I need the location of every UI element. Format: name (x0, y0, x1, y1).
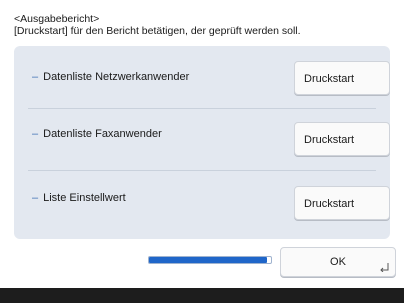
bullet-icon: – (32, 71, 39, 83)
list-item: – Liste Einstellwert Druckstart (14, 170, 390, 232)
report-name: Datenliste Netzwerkanwender (43, 71, 190, 83)
print-start-button[interactable]: Druckstart (294, 122, 390, 156)
list-item-label: – Datenliste Netzwerkanwender (32, 71, 189, 83)
footer-bar (0, 288, 404, 303)
header: <Ausgabebericht> [Druckstart] für den Be… (14, 13, 301, 37)
list-item-label: – Liste Einstellwert (32, 192, 126, 204)
report-name: Datenliste Faxanwender (43, 128, 162, 140)
bullet-icon: – (32, 192, 39, 204)
ok-label: OK (330, 256, 346, 268)
instruction-text: [Druckstart] für den Bericht betätigen, … (14, 25, 301, 37)
report-name: Liste Einstellwert (43, 192, 126, 204)
print-start-button[interactable]: Druckstart (294, 61, 390, 95)
progress-fill (149, 257, 268, 263)
enter-corner-icon (380, 263, 389, 272)
list-item: – Datenliste Netzwerkanwender Druckstart (14, 46, 390, 108)
report-list-panel: – Datenliste Netzwerkanwender Druckstart … (14, 46, 390, 239)
list-item: – Datenliste Faxanwender Druckstart (14, 108, 390, 170)
progress-bar (148, 256, 272, 264)
report-title: <Ausgabebericht> (14, 13, 100, 25)
print-start-button[interactable]: Druckstart (294, 186, 390, 220)
ok-button[interactable]: OK (280, 247, 396, 277)
list-item-label: – Datenliste Faxanwender (32, 128, 162, 140)
bullet-icon: – (32, 128, 39, 140)
